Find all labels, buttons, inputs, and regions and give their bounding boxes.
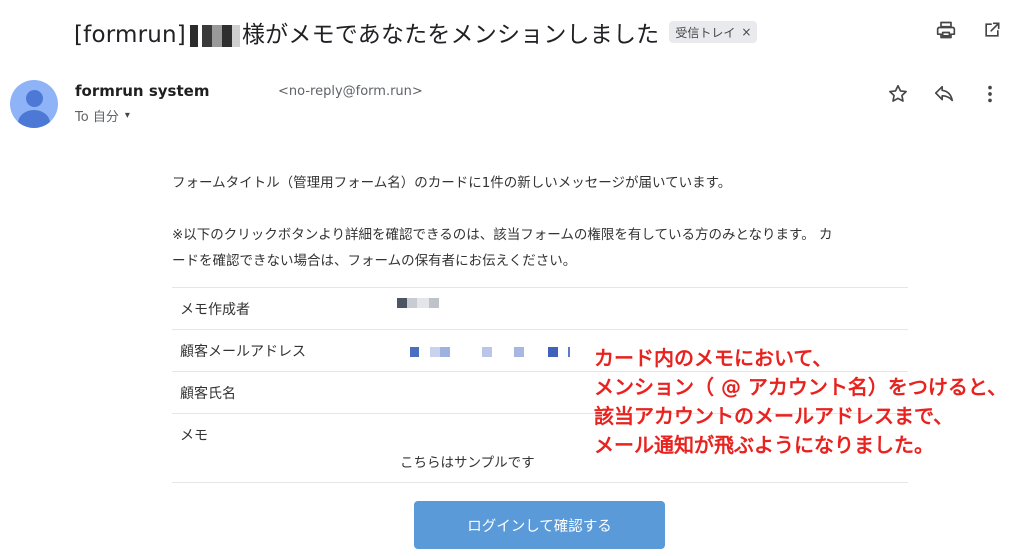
subject-prefix: [formrun]: [74, 22, 186, 48]
redacted-author-pixels: [397, 298, 439, 308]
avatar-head-shape: [26, 90, 43, 107]
recipient-line[interactable]: To 自分 ▾: [75, 106, 130, 125]
redacted-name-block: [189, 24, 198, 47]
customer-name-label: 顧客氏名: [180, 386, 236, 402]
annotation-line-4: メール通知が飛ぶようになりました。: [594, 433, 934, 457]
permission-note-line-1: ※以下のクリックボタンより詳細を確認できるのは、該当フォームの権限を有している方…: [172, 227, 833, 243]
memo-author-label: メモ作成者: [180, 302, 250, 318]
annotation-callout: カード内のメモにおいて、 メンション（ @ アカウント名）をつけると、 該当アカ…: [594, 344, 1007, 460]
redacted-name-pixels: [201, 24, 240, 47]
subject-text: 様がメモであなたをメンションしました: [241, 22, 660, 48]
table-row: メモ作成者: [172, 288, 908, 330]
redacted-email-pixels: [410, 347, 574, 357]
print-icon[interactable]: [934, 18, 958, 42]
sender-email: <no-reply@form.run>: [278, 84, 423, 99]
permission-note: ※以下のクリックボタンより詳細を確認できるのは、該当フォームの権限を有している方…: [172, 222, 912, 274]
top-toolbar: [934, 18, 1004, 42]
avatar-body-shape: [18, 110, 50, 128]
memo-label: メモ: [180, 428, 208, 444]
open-in-new-icon[interactable]: [980, 18, 1004, 42]
annotation-line-3: 該当アカウントのメールアドレスまで、: [594, 404, 954, 428]
message-actions: [886, 82, 1002, 106]
message-intro: フォームタイトル（管理用フォーム名）のカードに1件の新しいメッセージが届いていま…: [172, 175, 732, 191]
inbox-label-chip[interactable]: 受信トレイ ×: [669, 21, 758, 43]
login-confirm-button[interactable]: ログインして確認する: [414, 501, 665, 549]
inbox-label-text: 受信トレイ: [675, 25, 736, 40]
memo-value: こちらはサンプルです: [400, 455, 535, 471]
sender-name[interactable]: formrun system: [75, 82, 209, 100]
annotation-line-2: メンション（ @ アカウント名）をつけると、: [594, 375, 1008, 399]
customer-email-label: 顧客メールアドレス: [180, 344, 306, 360]
chevron-down-icon[interactable]: ▾: [125, 110, 130, 121]
reply-icon[interactable]: [932, 82, 956, 106]
email-subject: [formrun] 様がメモであなたをメンションしました: [74, 15, 659, 49]
recipient-text: To 自分: [75, 110, 119, 125]
annotation-line-1: カード内のメモにおいて、: [594, 346, 833, 370]
star-icon[interactable]: [886, 82, 910, 106]
remove-label-icon[interactable]: ×: [741, 25, 751, 39]
sender-avatar[interactable]: [10, 80, 58, 128]
subject-row: [formrun] 様がメモであなたをメンションしました 受信トレイ ×: [74, 14, 758, 50]
more-vert-icon[interactable]: [978, 82, 1002, 106]
permission-note-line-2: ードを確認できない場合は、フォームの保有者にお伝えください。: [172, 253, 577, 269]
